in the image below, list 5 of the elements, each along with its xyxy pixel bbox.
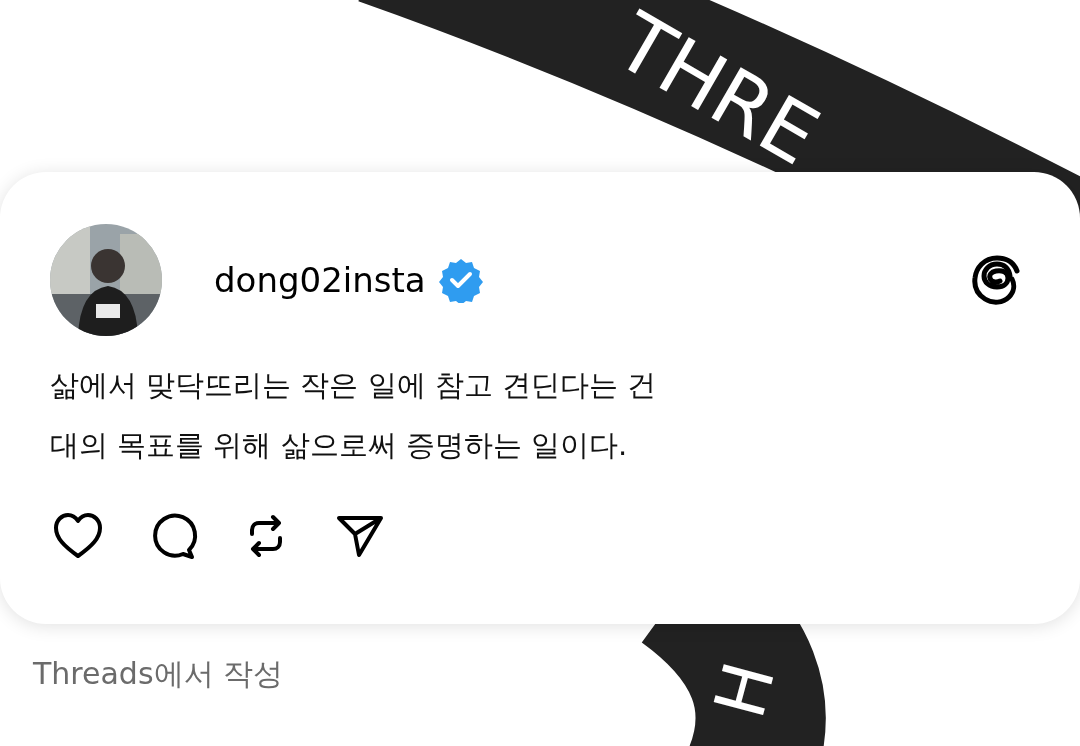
post-text-line: 대의 목표를 위해 삶으로써 증명하는 일이다. bbox=[50, 427, 629, 464]
username[interactable]: dong02insta bbox=[214, 260, 426, 300]
post-text-line: 삶에서 맞닥뜨리는 작은 일에 참고 견딘다는 건 bbox=[50, 367, 658, 404]
ribbon-text: H bbox=[698, 653, 792, 727]
footer-caption: Threads에서 작성 bbox=[33, 655, 284, 693]
